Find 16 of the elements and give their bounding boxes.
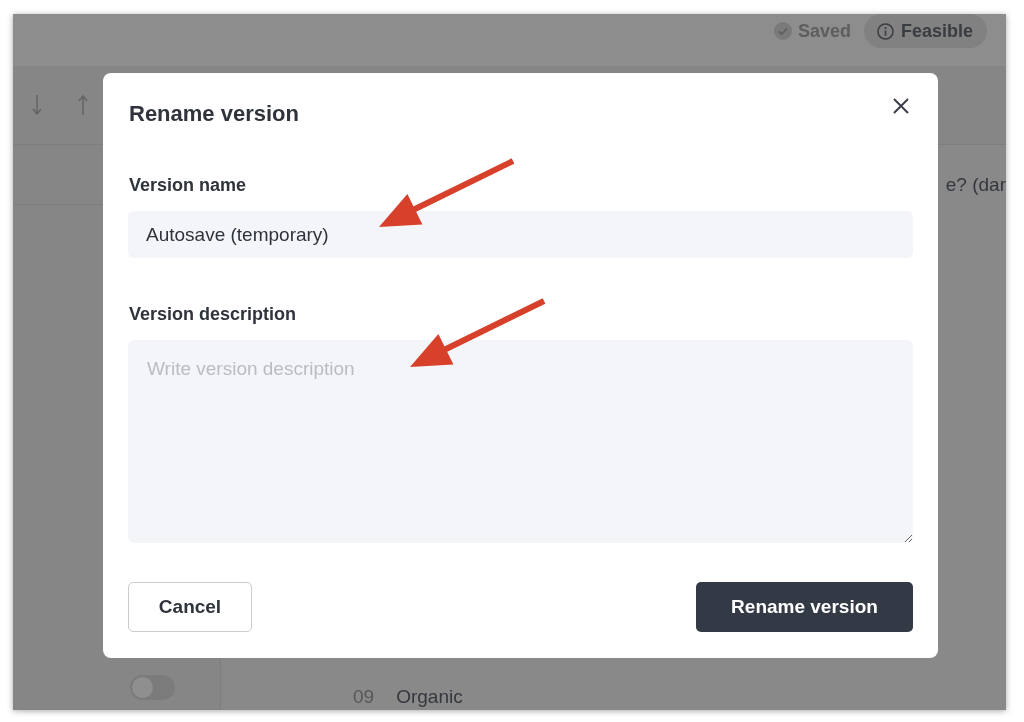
dialog-title: Rename version [128,100,299,128]
input-field[interactable]: Autosave (temporary) [128,211,913,258]
status-text: Feasible [900,20,973,42]
close-button[interactable] [891,96,911,116]
field-label: Version description [128,303,297,326]
text-area[interactable]: Write version description [128,340,913,543]
cancel-button[interactable]: Cancel [128,582,252,632]
arrow-up-icon[interactable] [78,95,88,115]
check-circle-icon [773,22,792,40]
close-icon [893,98,909,114]
confirm-button[interactable]: Rename version [696,582,913,632]
row-label: Organic [396,686,463,708]
info-icon [876,22,894,40]
arrow-down-icon[interactable] [32,95,42,115]
question-text: e? (dar [945,173,1006,197]
field-label: Version name [128,174,247,197]
